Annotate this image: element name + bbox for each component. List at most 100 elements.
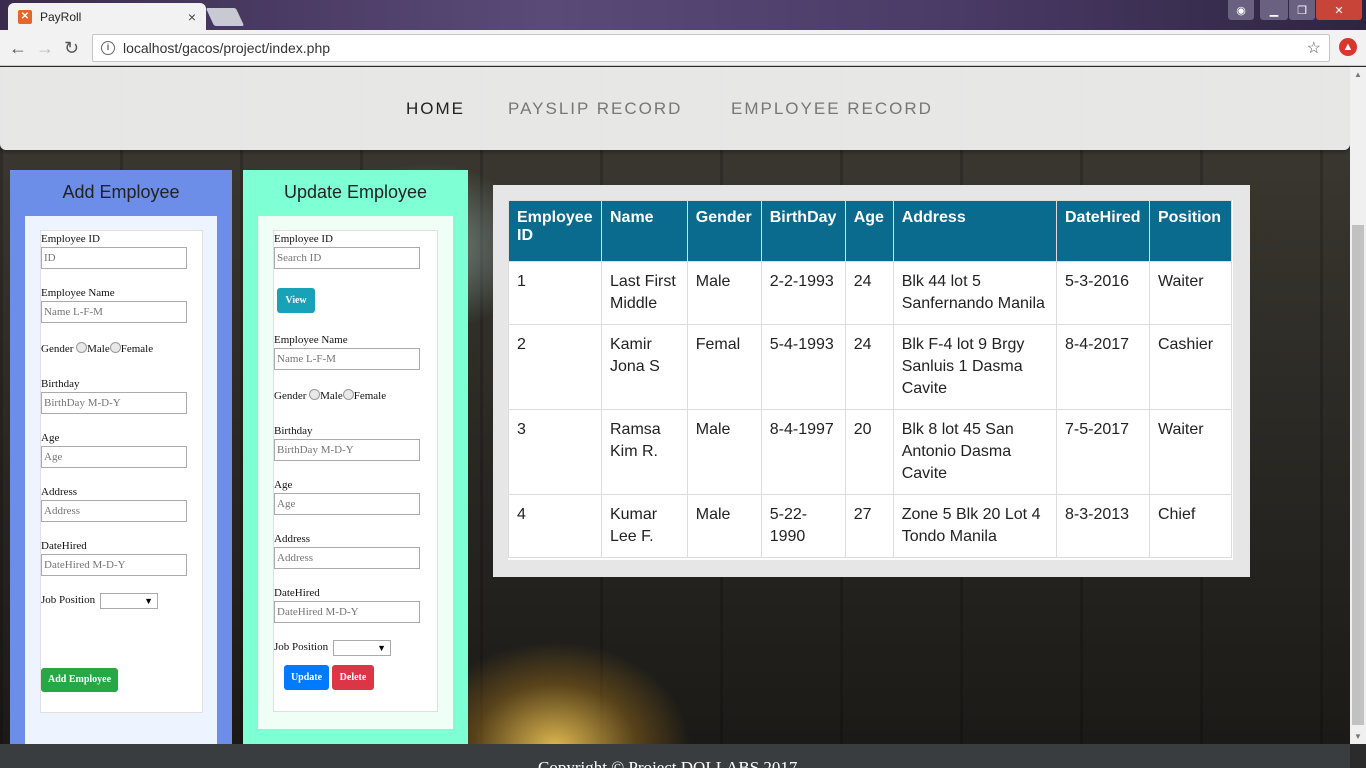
- new-tab-button[interactable]: [205, 8, 245, 26]
- cell-datehired: 7-5-2017: [1055, 409, 1150, 495]
- employee-id-input[interactable]: [41, 247, 187, 269]
- address-label: Address: [41, 486, 78, 498]
- cell-id: 2: [508, 324, 602, 410]
- upd-employee-name-input[interactable]: [274, 348, 420, 370]
- nav-home-link[interactable]: HOME: [406, 99, 465, 119]
- datehired-input[interactable]: [41, 554, 187, 576]
- cell-gender: Male: [686, 494, 762, 558]
- header-datehired: DateHired: [1055, 200, 1150, 262]
- header-birthday: BirthDay: [760, 200, 846, 262]
- table-header-row: Employee ID Name Gender BirthDay Age Add…: [508, 200, 1233, 262]
- cell-position: Cashier: [1148, 324, 1233, 410]
- upd-address-input[interactable]: [274, 547, 420, 569]
- cell-name: Ramsa Kim R.: [600, 409, 688, 495]
- browser-tabbar: ✕ PayRoll × ◉ ▁ ❐ ✕: [0, 0, 1366, 30]
- table-row: 1 Last First Middle Male 2-2-1993 24 Blk…: [508, 261, 1233, 325]
- cell-name: Last First Middle: [600, 261, 688, 325]
- cell-age: 20: [844, 409, 894, 495]
- cell-datehired: 8-3-2013: [1055, 494, 1150, 558]
- upd-age-input[interactable]: [274, 493, 420, 515]
- cell-name: Kamir Jona S: [600, 324, 688, 410]
- employee-table-card: Employee ID Name Gender BirthDay Age Add…: [508, 200, 1233, 560]
- search-id-label: Employee ID: [274, 233, 333, 245]
- upd-birthday-label: Birthday: [274, 425, 313, 437]
- tab-close-icon[interactable]: ×: [188, 9, 196, 25]
- upd-female-radio[interactable]: [342, 389, 354, 400]
- header-address: Address: [892, 200, 1057, 262]
- view-button[interactable]: View: [277, 288, 315, 313]
- cell-birthday: 5-4-1993: [760, 324, 846, 410]
- upd-datehired-label: DateHired: [274, 587, 320, 599]
- nav-payslip-link[interactable]: PAYSLIP RECORD: [508, 99, 682, 119]
- birthday-label: Birthday: [41, 378, 80, 390]
- info-icon[interactable]: i: [101, 41, 115, 55]
- gender-label: Gender: [41, 343, 74, 355]
- footer-copyright: Copyright © Project DOLLABS 2017: [538, 758, 798, 768]
- cell-age: 24: [844, 261, 894, 325]
- add-employee-button[interactable]: Add Employee: [41, 668, 118, 692]
- update-button[interactable]: Update: [284, 665, 329, 690]
- bookmark-star-icon[interactable]: ☆: [1307, 38, 1321, 58]
- age-label: Age: [41, 432, 60, 444]
- age-input[interactable]: [41, 446, 187, 468]
- cell-id: 3: [508, 409, 602, 495]
- browser-tab[interactable]: ✕ PayRoll ×: [8, 3, 206, 30]
- cell-gender: Femal: [686, 324, 762, 410]
- upd-age-label: Age: [274, 479, 293, 491]
- update-employee-title: Update Employee: [283, 182, 428, 202]
- site-footer: Copyright © Project DOLLABS 2017: [0, 744, 1350, 768]
- birthday-input[interactable]: [41, 392, 187, 414]
- gender-group: Gender Male Female: [41, 342, 153, 355]
- scroll-up-arrow-icon[interactable]: ▲: [1354, 70, 1362, 79]
- cell-name: Kumar Lee F.: [600, 494, 688, 558]
- upd-birthday-input[interactable]: [274, 439, 420, 461]
- xampp-favicon-icon: ✕: [18, 9, 32, 24]
- close-window-icon[interactable]: ✕: [1316, 0, 1362, 20]
- scroll-down-arrow-icon[interactable]: ▼: [1354, 732, 1362, 741]
- cell-gender: Male: [686, 261, 762, 325]
- cell-id: 4: [508, 494, 602, 558]
- update-employee-form: Employee ID View Employee Name Gender Ma…: [273, 230, 438, 712]
- upd-male-radio[interactable]: [309, 389, 321, 400]
- table-row: 4 Kumar Lee F. Male 5-22-1990 27 Zone 5 …: [508, 494, 1233, 558]
- cell-id: 1: [508, 261, 602, 325]
- job-position-label: Job Position: [41, 594, 96, 606]
- employee-table-container: Employee ID Name Gender BirthDay Age Add…: [493, 185, 1250, 577]
- extension-icon[interactable]: ▲: [1339, 38, 1357, 56]
- url-text[interactable]: localhost/gacos/project/index.php: [123, 40, 1307, 56]
- address-bar[interactable]: i localhost/gacos/project/index.php ☆: [92, 34, 1330, 62]
- back-arrow-icon[interactable]: ←: [9, 38, 27, 58]
- header-age: Age: [844, 200, 894, 262]
- header-position: Position: [1148, 200, 1233, 262]
- cell-gender: Male: [686, 409, 762, 495]
- cell-birthday: 5-22-1990: [760, 494, 846, 558]
- add-employee-form: Employee ID Employee Name Gender Male Fem…: [40, 230, 203, 713]
- upd-job-position-select[interactable]: ▼: [333, 640, 391, 656]
- job-position-select[interactable]: ▼: [100, 593, 158, 609]
- search-id-input[interactable]: [274, 247, 420, 269]
- cell-datehired: 8-4-2017: [1055, 324, 1150, 410]
- add-employee-panel: Add Employee Employee ID Employee Name G…: [10, 170, 232, 744]
- upd-female-label: Female: [353, 390, 387, 402]
- female-label: Female: [120, 343, 154, 355]
- female-radio[interactable]: [109, 342, 121, 353]
- cell-address: Blk F-4 lot 9 Brgy Sanluis 1 Dasma Cavit…: [892, 324, 1057, 410]
- user-icon[interactable]: ◉: [1228, 0, 1254, 20]
- forward-arrow-icon[interactable]: →: [36, 38, 54, 58]
- maximize-icon[interactable]: ❐: [1289, 0, 1315, 20]
- employee-name-input[interactable]: [41, 301, 187, 323]
- reload-icon[interactable]: ↻: [64, 38, 79, 58]
- delete-button[interactable]: Delete: [332, 665, 374, 690]
- update-employee-form-box: Employee ID View Employee Name Gender Ma…: [258, 216, 453, 729]
- cell-address: Blk 8 lot 45 San Antonio Dasma Cavite: [892, 409, 1057, 495]
- cell-position: Chief: [1148, 494, 1233, 558]
- upd-datehired-input[interactable]: [274, 601, 420, 623]
- minimize-icon[interactable]: ▁: [1260, 0, 1288, 20]
- address-input[interactable]: [41, 500, 187, 522]
- male-radio[interactable]: [76, 342, 88, 353]
- nav-employee-link[interactable]: EMPLOYEE RECORD: [731, 99, 933, 119]
- site-navbar: HOME PAYSLIP RECORD EMPLOYEE RECORD: [0, 67, 1350, 150]
- header-employee-id: Employee ID: [508, 200, 602, 262]
- scrollbar-thumb[interactable]: [1352, 225, 1364, 725]
- add-employee-title: Add Employee: [62, 182, 180, 202]
